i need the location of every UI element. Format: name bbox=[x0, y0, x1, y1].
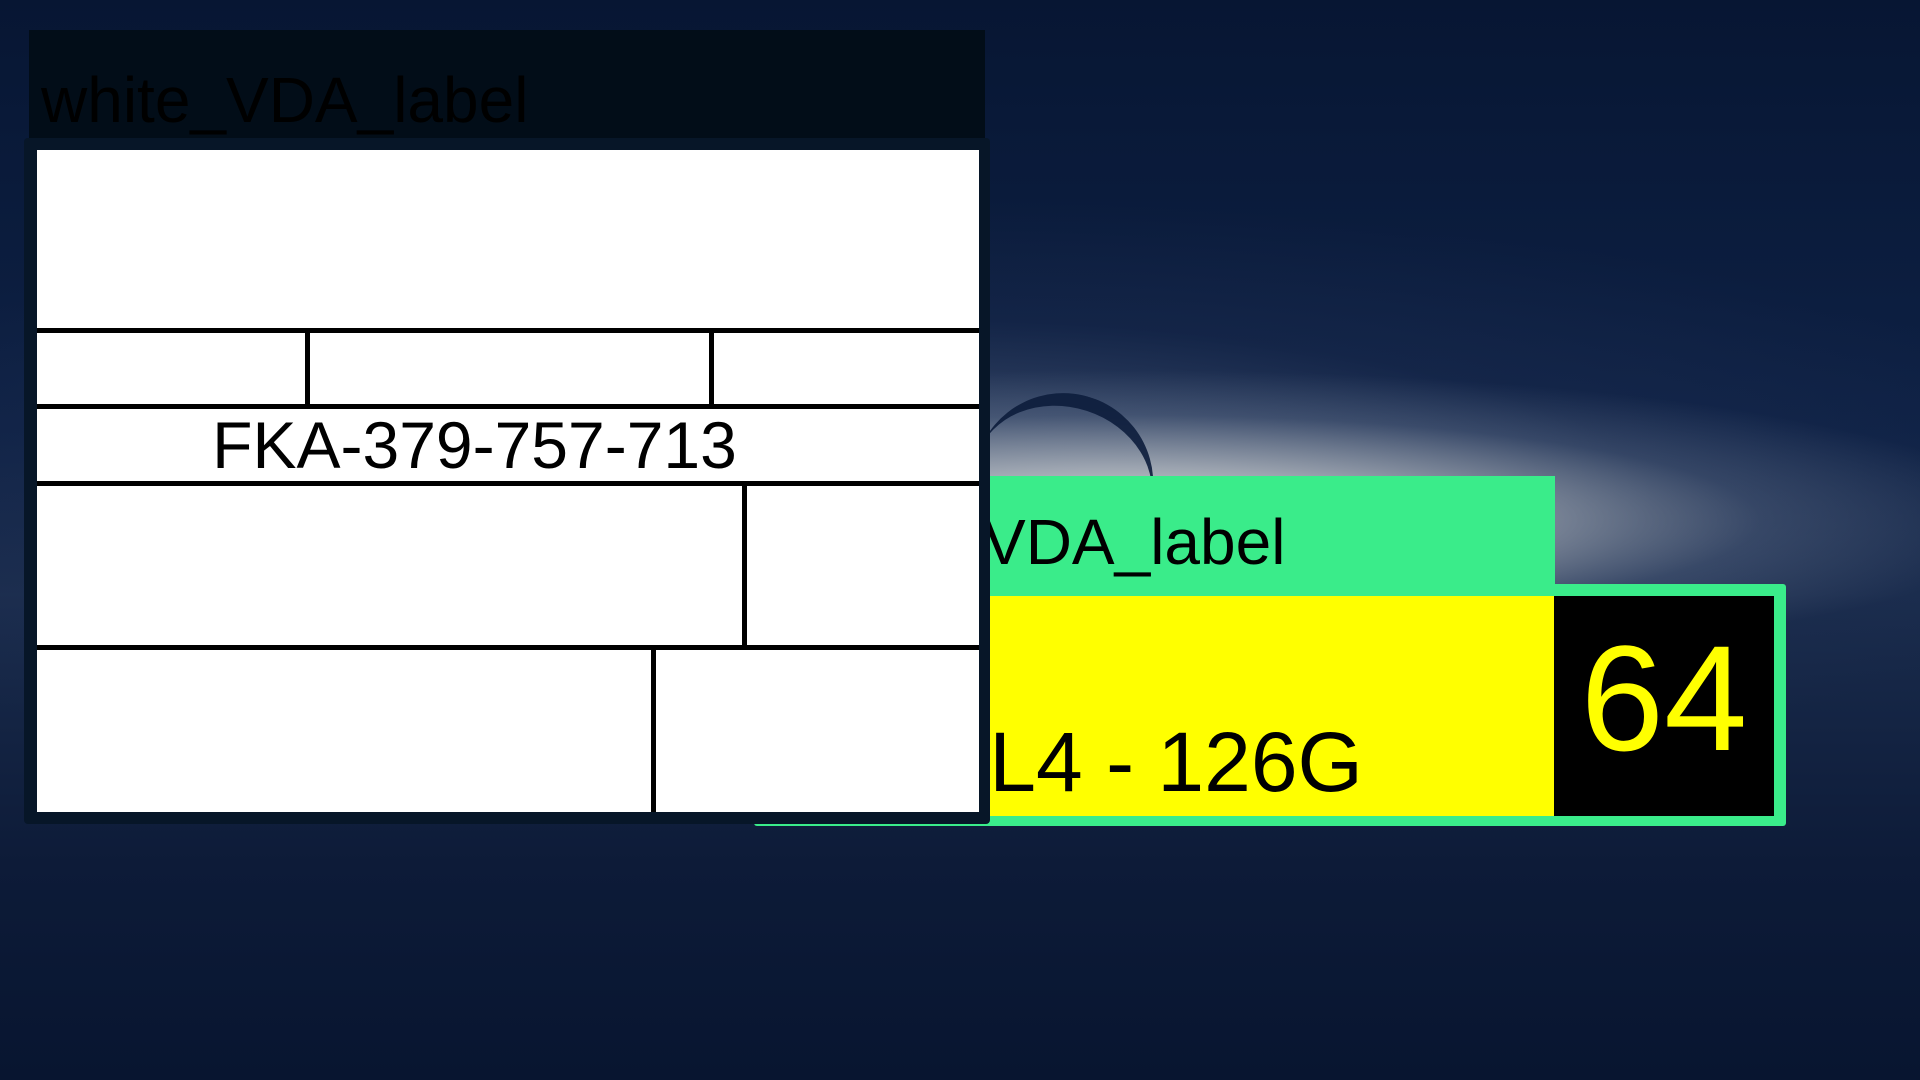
white-label-part-number: FKA-379-757-713 bbox=[212, 408, 737, 482]
green-label-number: 64 bbox=[1580, 614, 1748, 782]
white-label-header[interactable]: white_VDA_label bbox=[29, 30, 985, 146]
white-label-cell-divider bbox=[709, 328, 714, 409]
white-label-divider bbox=[37, 328, 979, 333]
white-label-divider bbox=[37, 645, 979, 650]
green-label-code: ZL4 - 126G bbox=[938, 715, 1363, 809]
white-label-cell-divider bbox=[742, 481, 747, 650]
white-label-title: white_VDA_label bbox=[41, 64, 529, 136]
green-label-title: VDA_label bbox=[983, 506, 1286, 578]
green-label-number-box: 64 bbox=[1554, 596, 1774, 816]
white-label-cell-divider bbox=[305, 328, 310, 409]
white-label-cell-divider bbox=[651, 645, 656, 812]
